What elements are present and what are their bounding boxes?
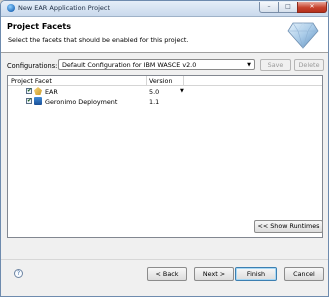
geronimo-icon: [34, 97, 42, 105]
facets-wizard-icon: [287, 22, 319, 49]
column-header-facet[interactable]: Project Facet: [11, 77, 52, 85]
page-description: Select the facets that should be enabled…: [8, 36, 189, 44]
ear-icon: [34, 87, 42, 95]
table-header: Project Facet Version: [8, 76, 322, 86]
footer-divider: [1, 259, 328, 260]
table-row[interactable]: ✔ EAR 5.0 ▼: [8, 87, 322, 96]
cancel-button[interactable]: Cancel: [284, 267, 324, 281]
minimize-button[interactable]: –: [259, 2, 279, 13]
facet-checkbox-geronimo[interactable]: ✔: [26, 97, 33, 104]
dialog-window: New EAR Application Project – □ ✕ Projec…: [0, 0, 329, 297]
save-button[interactable]: Save: [260, 59, 291, 71]
finish-button[interactable]: Finish: [235, 267, 277, 281]
eclipse-icon: [7, 4, 15, 12]
configurations-dropdown[interactable]: Default Configuration for IBM WASCE v2.0…: [58, 59, 255, 70]
close-button[interactable]: ✕: [297, 2, 327, 13]
next-button[interactable]: Next >: [194, 267, 234, 281]
title-bar[interactable]: New EAR Application Project – □ ✕: [1, 1, 328, 17]
back-button[interactable]: < Back: [147, 267, 187, 281]
dropdown-arrow-icon: ▼: [247, 62, 251, 68]
window-title: New EAR Application Project: [18, 4, 111, 12]
facet-version[interactable]: 5.0: [149, 88, 159, 96]
table-row[interactable]: ✔ Geronimo Deployment 1.1: [8, 97, 322, 106]
show-runtimes-button[interactable]: << Show Runtimes: [254, 220, 323, 233]
check-icon: ✔: [27, 87, 33, 94]
facets-table: Project Facet Version ✔ EAR 5.0 ▼ ✔ Gero…: [7, 75, 323, 238]
facet-version[interactable]: 1.1: [149, 98, 159, 106]
column-header-version[interactable]: Version: [149, 77, 173, 85]
check-icon: ✔: [27, 97, 33, 104]
maximize-button[interactable]: □: [278, 2, 298, 13]
page-title: Project Facets: [7, 22, 71, 31]
configurations-label: Configurations:: [7, 62, 58, 70]
delete-button[interactable]: Delete: [294, 59, 324, 71]
help-icon[interactable]: ?: [14, 269, 23, 278]
facet-name: Geronimo Deployment: [45, 98, 118, 106]
column-divider: [183, 76, 184, 85]
wizard-header: Project Facets Select the facets that sh…: [1, 17, 328, 53]
configuration-value: Default Configuration for IBM WASCE v2.0: [62, 61, 197, 69]
version-dropdown-arrow-icon[interactable]: ▼: [180, 88, 184, 94]
column-divider: [146, 76, 147, 85]
facet-name: EAR: [45, 88, 58, 96]
facet-checkbox-ear[interactable]: ✔: [26, 87, 33, 94]
